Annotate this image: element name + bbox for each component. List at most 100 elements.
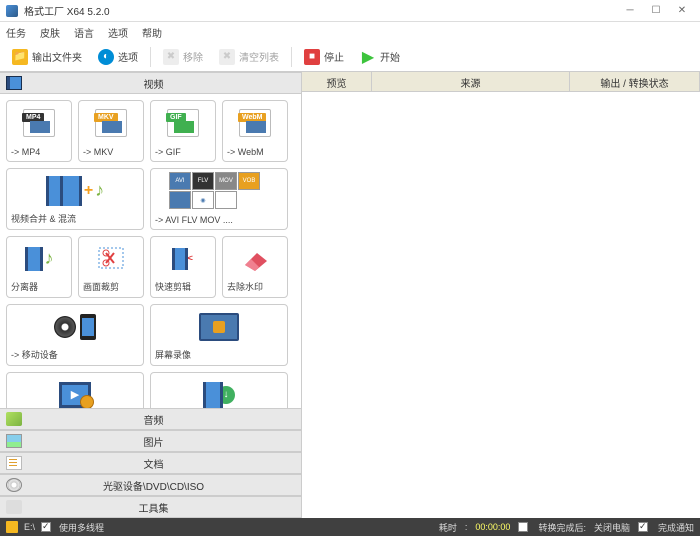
category-tools-label: 工具集 — [102, 500, 205, 515]
drive-icon — [6, 521, 18, 533]
image-icon — [6, 434, 22, 448]
tools-icon — [6, 500, 22, 514]
tile-gif-label: -> GIF — [155, 147, 181, 157]
tile-webm[interactable]: WebM -> WebM — [222, 100, 288, 162]
crop-icon — [91, 241, 131, 276]
category-disc-header[interactable]: 光驱设备\DVD\CD\ISO — [0, 474, 301, 496]
after-action[interactable]: 关闭电脑 — [594, 521, 630, 534]
col-output-state[interactable]: 输出 / 转换状态 — [570, 72, 700, 91]
content-area: 视频 MP4 -> MP4 MKV -> MKV GIF -> GIF WebM — [0, 72, 700, 518]
mp4-icon: MP4 — [19, 105, 59, 140]
notify-label: 完成通知 — [658, 521, 694, 534]
window-buttons: ─ ☐ ✕ — [618, 3, 694, 19]
tile-quickcut-label: 快速剪辑 — [155, 280, 191, 293]
tile-screenrec-label: 屏幕录像 — [155, 348, 191, 361]
window-title: 格式工厂 X64 5.2.0 — [24, 3, 618, 18]
tile-avi-etc[interactable]: AVI FLV MOV VOB ◉ -> AVI FLV MOV .... — [150, 168, 288, 230]
menu-help[interactable]: 帮助 — [142, 25, 162, 40]
maximize-button[interactable]: ☐ — [644, 3, 668, 19]
toolbar: 📁 输出文件夹 ◐ 选项 ✖ 移除 ✖ 清空列表 ■ 停止 ▶ 开始 — [0, 42, 700, 72]
tile-watermark-label: 去除水印 — [227, 280, 263, 293]
category-document-header[interactable]: 文档 — [0, 452, 301, 474]
right-panel: 预览 来源 输出 / 转换状态 — [302, 72, 700, 518]
multithread-label: 使用多线程 — [59, 521, 104, 534]
menu-options[interactable]: 选项 — [108, 25, 128, 40]
multiformat-icon: AVI FLV MOV VOB ◉ — [169, 173, 269, 208]
menu-tasks[interactable]: 任务 — [6, 25, 26, 40]
tile-quickcut[interactable]: ✂ 快速剪辑 — [150, 236, 216, 298]
remove-button[interactable]: ✖ 移除 — [157, 47, 209, 67]
player-icon: ▶ — [55, 377, 95, 408]
category-tools-header[interactable]: 工具集 — [0, 496, 301, 518]
category-image-label: 图片 — [102, 434, 205, 449]
stop-icon: ■ — [304, 49, 320, 65]
download-icon: ↓ — [199, 377, 239, 408]
category-disc-label: 光驱设备\DVD\CD\ISO — [102, 478, 205, 493]
tile-splitter[interactable]: ♪ 分离器 — [6, 236, 72, 298]
elapsed-label: 耗时 — [439, 521, 457, 534]
video-tiles-area: MP4 -> MP4 MKV -> MKV GIF -> GIF WebM ->… — [0, 94, 301, 408]
menu-language[interactable]: 语言 — [74, 25, 94, 40]
category-audio-header[interactable]: 音频 — [0, 408, 301, 430]
gif-icon: GIF — [163, 105, 203, 140]
stop-button[interactable]: ■ 停止 — [298, 47, 350, 67]
menu-bar: 任务 皮肤 语言 选项 帮助 — [0, 22, 700, 42]
options-button[interactable]: ◐ 选项 — [92, 47, 144, 67]
task-list-empty — [302, 92, 700, 518]
tile-avi-label: -> AVI FLV MOV .... — [155, 215, 233, 225]
after-convert-checkbox[interactable] — [518, 522, 528, 532]
document-icon — [6, 456, 22, 470]
remove-label: 移除 — [183, 49, 203, 64]
notify-checkbox[interactable] — [638, 522, 648, 532]
separator — [150, 47, 151, 67]
status-bar: E:\ 使用多线程 耗时: 00:00:00 转换完成后: 关闭电脑 完成通知 — [0, 518, 700, 536]
clear-icon: ✖ — [219, 49, 235, 65]
output-folder-button[interactable]: 📁 输出文件夹 — [6, 47, 88, 67]
quickcut-icon: ✂ — [163, 241, 203, 276]
category-video-label: 视频 — [102, 76, 205, 91]
tile-mkv-label: -> MKV — [83, 147, 113, 157]
category-video-header[interactable]: 视频 — [0, 72, 301, 94]
tile-webm-label: -> WebM — [227, 147, 264, 157]
left-panel: 视频 MP4 -> MP4 MKV -> MKV GIF -> GIF WebM — [0, 72, 302, 518]
tile-screenrec[interactable]: 屏幕录像 — [150, 304, 288, 366]
app-icon — [6, 5, 18, 17]
eraser-icon — [235, 241, 275, 276]
multithread-checkbox[interactable] — [41, 522, 51, 532]
remove-icon: ✖ — [163, 49, 179, 65]
category-document-label: 文档 — [102, 456, 205, 471]
separator — [291, 47, 292, 67]
tile-download[interactable]: ↓ 视频下载 — [150, 372, 288, 408]
stop-label: 停止 — [324, 49, 344, 64]
tile-mobile[interactable]: -> 移动设备 — [6, 304, 144, 366]
tile-merge-label: 视频合并 & 混流 — [11, 212, 76, 225]
webm-icon: WebM — [235, 105, 275, 140]
options-label: 选项 — [118, 49, 138, 64]
after-convert-label: 转换完成后: — [538, 521, 586, 534]
tile-watermark[interactable]: 去除水印 — [222, 236, 288, 298]
start-button[interactable]: ▶ 开始 — [354, 47, 406, 67]
tile-mp4[interactable]: MP4 -> MP4 — [6, 100, 72, 162]
tile-gif[interactable]: GIF -> GIF — [150, 100, 216, 162]
tile-merge[interactable]: +♪ 视频合并 & 混流 — [6, 168, 144, 230]
drive-path[interactable]: E:\ — [24, 522, 35, 532]
col-source[interactable]: 来源 — [372, 72, 570, 91]
list-header: 预览 来源 输出 / 转换状态 — [302, 72, 700, 92]
tile-crop[interactable]: 画面裁剪 — [78, 236, 144, 298]
minimize-button[interactable]: ─ — [618, 3, 642, 19]
start-label: 开始 — [380, 49, 400, 64]
tile-player[interactable]: ▶ 格式播放器 — [6, 372, 144, 408]
clear-label: 清空列表 — [239, 49, 279, 64]
close-button[interactable]: ✕ — [670, 3, 694, 19]
clear-button[interactable]: ✖ 清空列表 — [213, 47, 285, 67]
category-image-header[interactable]: 图片 — [0, 430, 301, 452]
mkv-icon: MKV — [91, 105, 131, 140]
mobile-icon — [54, 309, 96, 344]
output-folder-label: 输出文件夹 — [32, 49, 82, 64]
menu-skin[interactable]: 皮肤 — [40, 25, 60, 40]
tile-mkv[interactable]: MKV -> MKV — [78, 100, 144, 162]
tile-mobile-label: -> 移动设备 — [11, 348, 58, 361]
col-preview[interactable]: 预览 — [302, 72, 372, 91]
audio-icon — [6, 412, 22, 426]
folder-icon: 📁 — [12, 49, 28, 65]
